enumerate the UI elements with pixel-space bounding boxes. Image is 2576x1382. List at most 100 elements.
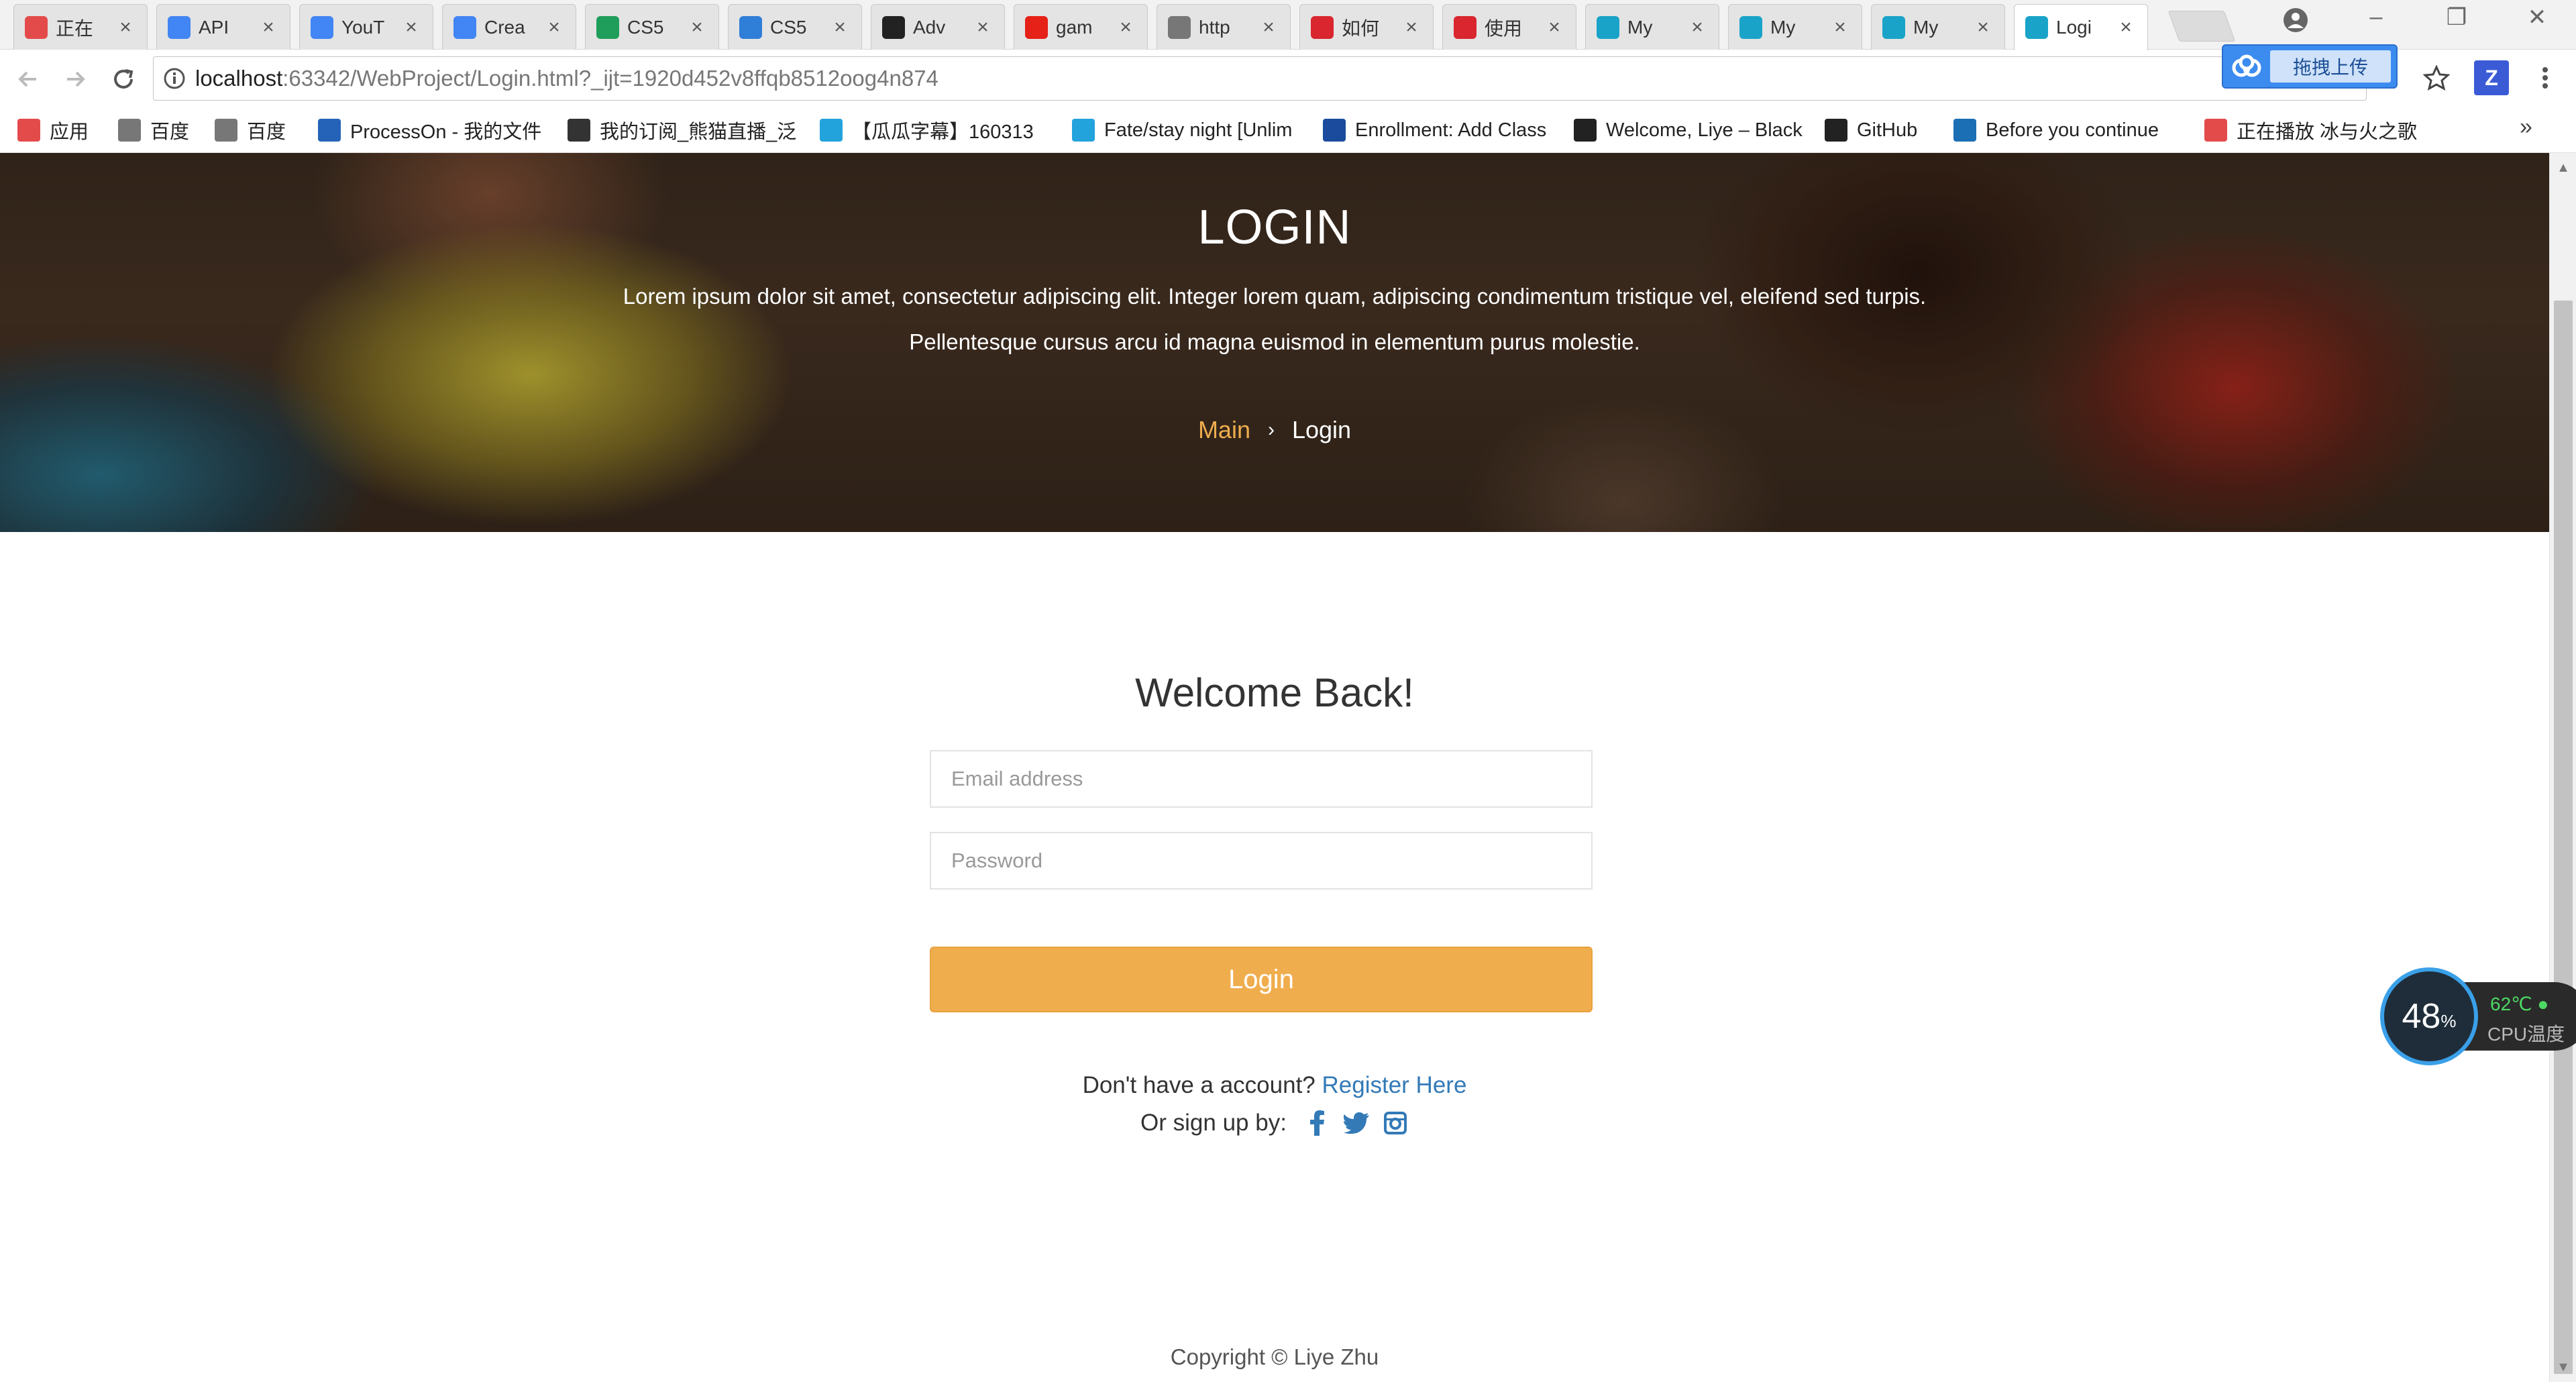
page-title: LOGIN xyxy=(1197,201,1352,254)
scroll-up-icon[interactable]: ▲ xyxy=(2550,156,2576,180)
bookmark-item[interactable]: 百度 xyxy=(215,114,309,146)
profile-icon[interactable] xyxy=(2282,7,2309,34)
tab-title: 使用 xyxy=(1485,17,1523,39)
zotero-extension-icon[interactable]: Z xyxy=(2474,60,2509,95)
window-close-icon[interactable]: ✕ xyxy=(2510,4,2564,31)
breadcrumb-main-link[interactable]: Main xyxy=(1198,416,1250,444)
browser-tab[interactable]: My × xyxy=(1728,4,1862,50)
webstorm-icon xyxy=(1739,15,1762,39)
login-button[interactable]: Login xyxy=(930,947,1593,1012)
tab-close-icon[interactable]: × xyxy=(1688,16,1707,39)
back-icon[interactable] xyxy=(9,60,47,98)
tab-close-icon[interactable]: × xyxy=(1974,16,1992,39)
bookmark-label: Before you continue xyxy=(1986,119,2159,141)
blackboard-icon xyxy=(1574,119,1597,142)
tab-title: My xyxy=(1627,16,1653,38)
browser-tab[interactable]: API × xyxy=(156,4,290,50)
bookmark-item[interactable]: 百度 xyxy=(118,114,199,146)
instagram-icon[interactable] xyxy=(1382,1110,1409,1136)
bookmarks-bar: 应用 百度 百度 ProcessOn - 我的文件 我的订阅_熊猫直播_泛 【瓜瓜字幕】1… xyxy=(0,107,2576,153)
upload-badge[interactable]: 拖拽上传 xyxy=(2222,44,2398,89)
password-field[interactable]: Password xyxy=(930,832,1593,890)
menu-icon[interactable] xyxy=(2528,60,2563,95)
tab-close-icon[interactable]: × xyxy=(1545,16,1564,39)
facebook-icon[interactable] xyxy=(1304,1110,1331,1136)
tab-close-icon[interactable]: × xyxy=(1116,16,1135,39)
scroll-thumb[interactable] xyxy=(2554,301,2573,1374)
bookmark-item[interactable]: 【瓜瓜字幕】160313 xyxy=(820,114,1061,146)
email-field[interactable]: Email address xyxy=(930,750,1593,808)
minimize-icon[interactable]: – xyxy=(2349,4,2403,30)
cpu-temp-label: CPU温度 xyxy=(2487,1024,2565,1045)
copyright-text: Copyright © Liye Zhu xyxy=(1170,1344,1379,1369)
tab-title: 如何 xyxy=(1342,17,1380,39)
bookmark-item[interactable]: 应用 xyxy=(17,114,98,146)
panda-icon xyxy=(568,119,590,142)
bookmarks-overflow-icon[interactable]: » xyxy=(2520,114,2532,140)
tab-title: Logi xyxy=(2056,17,2092,38)
tab-close-icon[interactable]: × xyxy=(1831,16,1849,39)
browser-tab[interactable]: gam × xyxy=(1014,4,1148,50)
browser-tab[interactable]: 使用 × xyxy=(1442,4,1576,50)
bookmark-item[interactable]: 我的订阅_熊猫直播_泛 xyxy=(568,114,809,146)
tab-close-icon[interactable]: × xyxy=(688,16,706,39)
tab-close-icon[interactable]: × xyxy=(259,16,278,39)
tab-close-icon[interactable]: × xyxy=(116,16,135,39)
bookmark-item[interactable]: Fate/stay night [Unlim xyxy=(1072,114,1313,146)
new-tab-button[interactable] xyxy=(2167,11,2236,42)
browser-tab[interactable]: YouT × xyxy=(299,4,433,50)
page-icon xyxy=(1168,15,1191,39)
bookmark-label: GitHub xyxy=(1857,119,1918,141)
swirl-icon xyxy=(25,15,48,39)
tab-close-icon[interactable]: × xyxy=(402,16,421,39)
webstorm-icon xyxy=(1597,15,1619,39)
tab-title: http xyxy=(1199,16,1230,38)
tab-close-icon[interactable]: × xyxy=(545,16,564,39)
tab-close-icon[interactable]: × xyxy=(1402,16,1421,39)
browser-tab[interactable]: My × xyxy=(1871,4,2005,50)
bookmark-label: 正在播放 冰与火之歌 xyxy=(2237,121,2418,143)
google-icon xyxy=(311,15,333,39)
browser-tab[interactable]: CS5 × xyxy=(585,4,719,50)
bookmark-star-icon[interactable] xyxy=(2419,60,2454,95)
browser-tab[interactable]: My × xyxy=(1585,4,1719,50)
bookmark-label: 【瓜瓜字幕】160313 xyxy=(852,121,1034,143)
bookmark-item[interactable]: 正在播放 冰与火之歌 xyxy=(2204,114,2459,146)
tab-close-icon[interactable]: × xyxy=(973,16,992,39)
tab-close-icon[interactable]: × xyxy=(1259,16,1278,39)
browser-tab[interactable]: Crea × xyxy=(442,4,576,50)
twitter-icon[interactable] xyxy=(1343,1110,1370,1136)
bookmark-item[interactable]: Before you continue xyxy=(1953,114,2195,146)
forward-icon[interactable] xyxy=(56,60,94,98)
bookmark-item[interactable]: Enrollment: Add Class xyxy=(1323,114,1564,146)
bookmark-label: 应用 xyxy=(50,121,89,143)
site-info-icon[interactable] xyxy=(154,67,195,90)
browser-tab[interactable]: Logi × xyxy=(2014,4,2148,50)
browser-tab[interactable]: CS5 × xyxy=(728,4,862,50)
form-heading: Welcome Back! xyxy=(1135,670,1414,715)
cpu-monitor-widget[interactable]: 48% 62℃ ● CPU温度 xyxy=(2380,967,2576,1065)
browser-tab[interactable]: http × xyxy=(1157,4,1291,50)
reload-icon[interactable] xyxy=(105,60,142,98)
restore-icon[interactable]: ❐ xyxy=(2430,4,2483,31)
bookmark-item[interactable]: ProcessOn - 我的文件 xyxy=(318,114,557,146)
browser-tab[interactable]: 如何 × xyxy=(1299,4,1434,50)
sheets-icon xyxy=(596,15,619,39)
bookmark-label: Enrollment: Add Class xyxy=(1355,119,1547,141)
processon-icon xyxy=(318,119,341,142)
browser-tab[interactable]: Adv × xyxy=(871,4,1005,50)
page-scrollbar[interactable]: ▲ ▼ xyxy=(2549,153,2576,1382)
tab-close-icon[interactable]: × xyxy=(2116,16,2135,39)
scroll-down-icon[interactable]: ▼ xyxy=(2550,1355,2576,1379)
address-bar[interactable]: localhost:63342/WebProject/Login.html?_i… xyxy=(153,56,2367,101)
hero-banner: LOGIN Lorem ipsum dolor sit amet, consec… xyxy=(0,153,2549,532)
register-link[interactable]: Register Here xyxy=(1322,1072,1467,1098)
browser-tab[interactable]: 正在 × xyxy=(13,4,148,50)
bookmark-item[interactable]: Welcome, Liye – Black xyxy=(1574,114,1815,146)
github-icon xyxy=(1825,119,1847,142)
tab-close-icon[interactable]: × xyxy=(830,16,849,39)
chevron-right-icon: › xyxy=(1267,419,1275,441)
bookmark-item[interactable]: GitHub xyxy=(1825,114,1939,146)
breadcrumb: Main › Login xyxy=(0,416,2549,444)
tab-title: YouT xyxy=(341,16,385,38)
